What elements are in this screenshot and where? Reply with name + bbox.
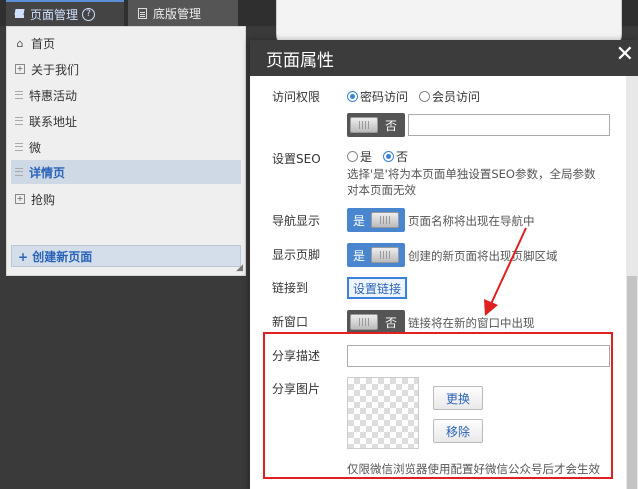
resize-grip-icon[interactable]: ◢ [236,263,243,273]
footer-show-label: 显示页脚 [272,248,321,262]
share-image-note: 仅限微信浏览器使用配置好微信公众号后才会生效 [347,462,600,476]
toggle-knob [371,247,400,263]
expand-icon[interactable]: + [15,194,25,204]
home-icon: ⌂ [16,36,24,50]
sidebar-item-label: 首页 [31,36,56,51]
link-to-label: 链接到 [272,281,309,295]
toggle-label: 是 [353,248,366,263]
sidebar-item-wei[interactable]: 微 [11,135,241,159]
access-toggle[interactable]: 否 [347,113,405,137]
toggle-knob [350,117,378,133]
toggle-label: 是 [353,213,366,228]
radio-unchecked-icon[interactable] [419,91,430,102]
sidebar-item-label: 微 [29,140,42,155]
sidebar-item-label: 特惠活动 [29,88,78,103]
lines-icon [15,143,23,151]
sidebar-item-address[interactable]: 联系地址 [11,109,241,133]
lines-icon [15,168,23,176]
sidebar-item-label: 联系地址 [29,114,78,129]
lines-icon [15,91,23,99]
tab-label: 底版管理 [153,6,202,21]
sidebar-item-details[interactable]: 详情页 [11,160,241,184]
sidebar-item-promotions[interactable]: 特惠活动 [11,83,241,107]
password-input[interactable] [408,114,610,136]
sidebar-item-about[interactable]: + 关于我们 [11,57,241,81]
nav-show-toggle[interactable]: 是 [347,208,405,232]
share-desc-label: 分享描述 [272,349,321,363]
toggle-knob [350,314,378,330]
radio-checked-icon[interactable] [383,151,394,162]
sidebar-item-label: 详情页 [29,165,66,180]
new-window-toggle[interactable]: 否 [347,310,405,334]
toggle-knob [371,212,400,228]
radio-unchecked-icon[interactable] [347,151,358,162]
share-image-preview [347,377,419,449]
access-option-member[interactable]: 会员访问 [419,88,480,105]
seo-option-yes[interactable]: 是 [347,148,372,165]
toggle-label: 否 [385,118,398,133]
sidebar-item-home[interactable]: ⌂ 首页 [11,31,241,55]
share-desc-input[interactable] [347,345,610,367]
set-link-button[interactable]: 设置链接 [347,277,407,299]
scrollbar[interactable] [626,76,638,489]
nav-show-label: 导航显示 [272,214,321,228]
option-label: 会员访问 [432,90,481,104]
nav-show-hint: 页面名称将出现在导航中 [408,214,535,228]
lines-icon [15,117,23,125]
new-window-hint: 链接将在新的窗口中出现 [408,316,535,330]
share-image-label: 分享图片 [272,382,321,396]
scrollbar-thumb[interactable] [627,276,637,489]
seo-hint-line2: 对本页面无效 [347,183,416,197]
option-label: 是 [360,150,373,164]
toggle-label: 否 [385,315,398,330]
option-label: 密码访问 [360,90,409,104]
footer-show-toggle[interactable]: 是 [347,243,405,267]
layers-icon [14,8,26,20]
dialog-title: 页面属性 [266,50,334,71]
new-window-label: 新窗口 [272,315,309,329]
tab-label: 页面管理 [30,7,79,22]
seo-label: 设置SEO [272,152,321,166]
remove-image-button[interactable]: 移除 [433,419,483,443]
option-label: 否 [396,150,409,164]
expand-icon[interactable]: + [15,64,25,74]
replace-image-button[interactable]: 更换 [433,386,483,410]
tab-page-management[interactable]: 页面管理 ? [6,0,124,26]
sidebar-item-label: 抢购 [31,192,56,207]
close-icon[interactable]: ✕ [616,42,634,67]
sidebar-item-flash-sale[interactable]: + 抢购 [11,187,241,211]
access-label: 访问权限 [272,90,321,104]
document-icon [138,7,147,19]
page-list-panel: ⌂ 首页 + 关于我们 特惠活动 联系地址 微 详情页 + 抢购 + 创建新页面… [6,26,246,276]
sidebar-item-label: 关于我们 [31,62,80,77]
radio-checked-icon[interactable] [347,91,358,102]
seo-hint-line1: 选择'是'将为本页面单独设置SEO参数，全局参数 [347,167,596,181]
create-page-button[interactable]: + 创建新页面 [11,245,241,267]
footer-show-hint: 创建的新页面将出现页脚区域 [408,249,558,263]
access-option-password[interactable]: 密码访问 [347,88,408,105]
tab-base-management[interactable]: 底版管理 [128,0,238,26]
seo-option-no[interactable]: 否 [383,148,408,165]
dialog-header: 页面属性 ✕ [250,40,638,76]
help-icon[interactable]: ? [82,7,96,21]
